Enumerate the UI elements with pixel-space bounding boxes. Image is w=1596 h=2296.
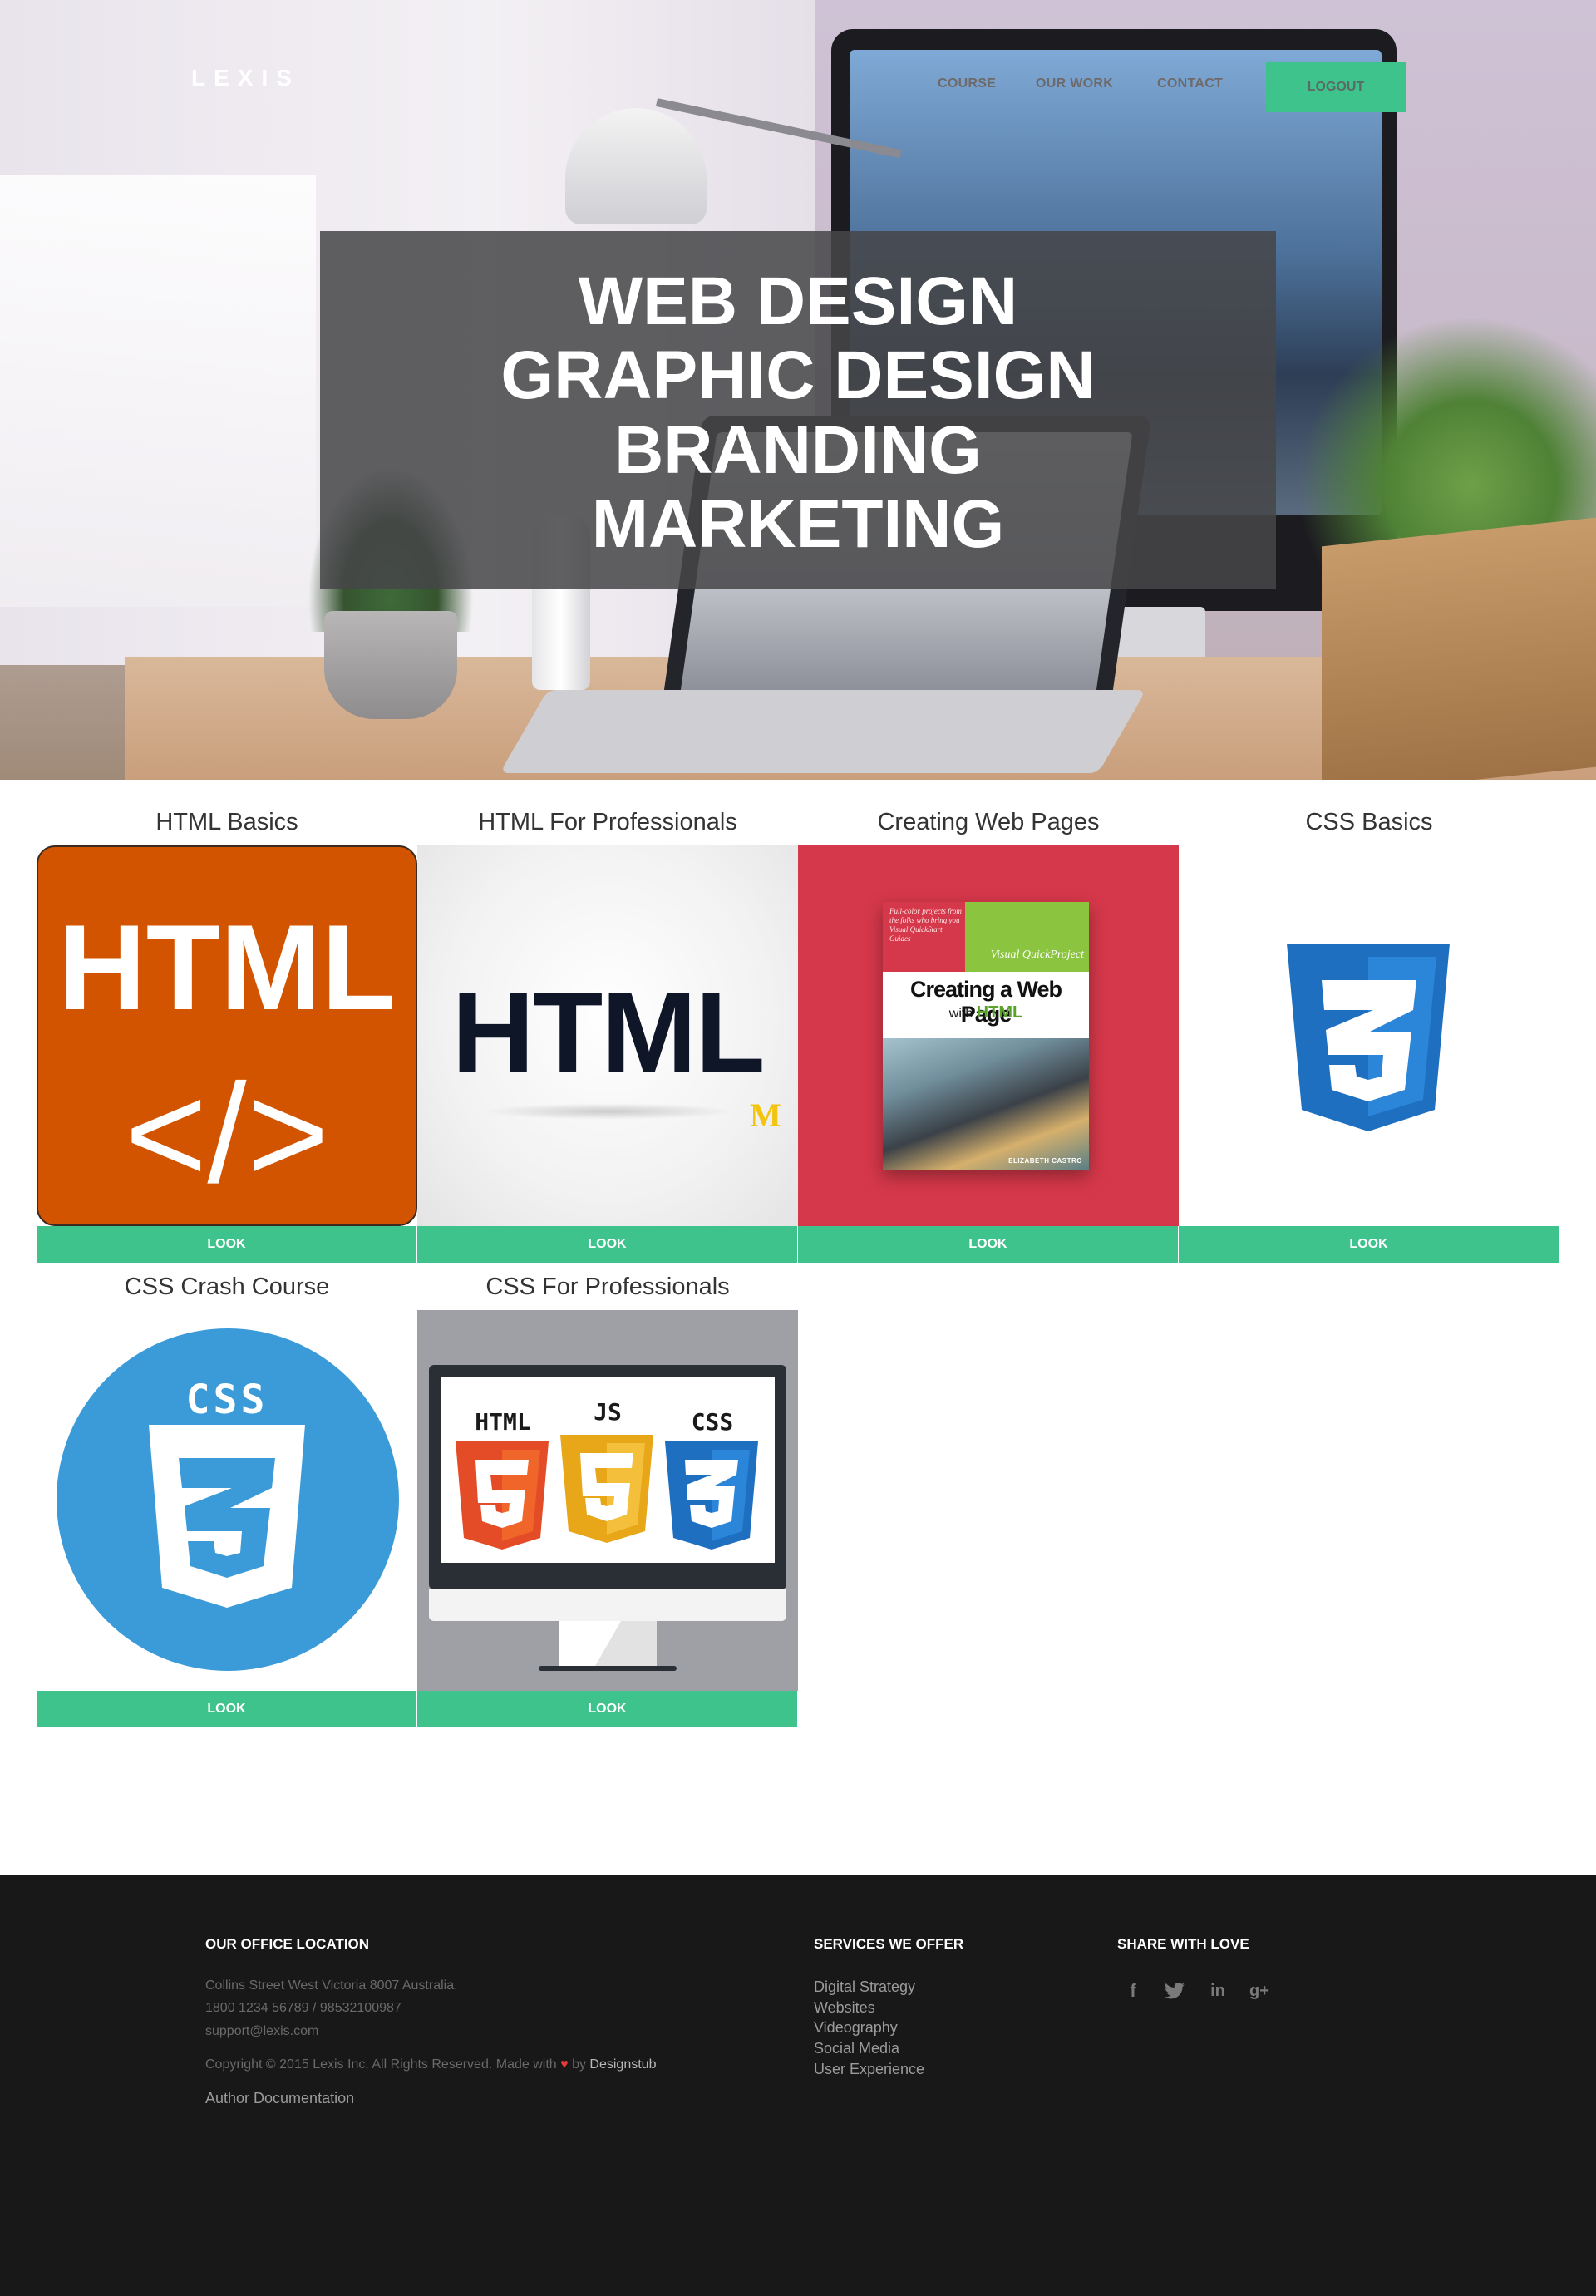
hero-plant-pot [324,611,457,719]
hero-headline-branding: BRANDING [614,412,982,488]
course-title: CSS For Professionals [485,1274,730,1300]
book-subtitle-with: with [948,1007,973,1021]
office-phone: 1800 1234 56789 / 98532100987 [205,2001,401,2015]
book-series-name: Visual QuickProject [990,948,1084,961]
css3-shield-icon [665,1441,758,1550]
copyright-by: by [572,2057,586,2072]
services-heading: SERVICES WE OFFER [814,1936,964,1952]
look-button[interactable]: LOOK [37,1691,417,1727]
michigan-m-logo: M [750,1096,781,1134]
html-badge-label: HTML [475,1408,531,1436]
look-button[interactable]: LOOK [417,1691,798,1727]
css3-shield-icon [149,1425,305,1608]
monitor-base [539,1666,677,1671]
service-item[interactable]: Videography [814,2018,1063,2038]
css-badge-label: CSS [691,1408,734,1436]
office-email[interactable]: support@lexis.com [205,2023,318,2040]
course-title: HTML For Professionals [478,809,737,835]
html-code-typography-image[interactable]: HTML M [417,845,798,1226]
html-logo-image[interactable]: HTML </> [37,845,417,1226]
look-button[interactable]: LOOK [1179,1226,1559,1263]
course-title: CSS Crash Course [124,1274,330,1300]
logout-button[interactable]: LOGOUT [1266,62,1406,112]
look-button[interactable]: LOOK [37,1226,417,1263]
linkedin-icon[interactable]: in [1205,1978,1230,2003]
services-list: Digital Strategy Websites Videography So… [814,1977,1063,2080]
course-title: Creating Web Pages [877,809,1100,835]
book-author: ELIZABETH CASTRO [1008,1157,1082,1165]
service-item[interactable]: Websites [814,1998,1063,2018]
book-cover-photo: ELIZABETH CASTRO [883,1038,1089,1170]
html-word-art: HTML [451,968,765,1096]
look-button[interactable]: LOOK [798,1226,1179,1263]
html5-shield-icon [456,1441,549,1550]
css-label: CSS [185,1377,268,1423]
css-circle-logo-image[interactable]: CSS [37,1310,417,1691]
twitter-bird-glyph [1165,1983,1185,1999]
google-plus-icon[interactable]: g+ [1247,1978,1272,2003]
heart-icon: ♥ [560,2057,569,2072]
word-shadow [484,1103,733,1120]
twitter-icon[interactable] [1162,1978,1187,2003]
js-badge-label: JS [594,1398,622,1426]
nav-contact[interactable]: CONTACT [1157,76,1223,96]
monitor-chin [429,1589,786,1621]
look-button[interactable]: LOOK [417,1226,798,1263]
office-location-heading: OUR OFFICE LOCATION [205,1936,370,1952]
css3-shield-icon [1287,944,1450,1131]
hero-laptop-keyboard [500,690,1146,773]
author-documentation-link[interactable]: Author Documentation [205,2088,354,2108]
book-subtitle: with HTML [883,1003,1089,1022]
office-address: Collins Street West Victoria 8007 Austra… [205,1978,458,1993]
book-tagline: Full-color projects from the folks who b… [889,907,962,943]
hero-wooden-planter [1322,517,1596,780]
book-cover-image[interactable]: Full-color projects from the folks who b… [798,845,1179,1226]
book-cover: Full-color projects from the folks who b… [883,902,1089,1170]
share-heading: SHARE WITH LOVE [1117,1936,1249,1952]
nav-our-work[interactable]: OUR WORK [1036,76,1113,96]
hero-headline-web-design: WEB DESIGN [578,264,1018,339]
service-item[interactable]: Digital Strategy [814,1977,1063,1998]
site-logo[interactable]: LEXIS [191,65,357,95]
copyright-text: Copyright © 2015 Lexis Inc. All Rights R… [205,2057,557,2072]
nav-course[interactable]: COURSE [938,76,996,96]
book-subtitle-html: HTML [976,1003,1023,1022]
service-item[interactable]: User Experience [814,2059,1063,2080]
monitor-badges-image[interactable]: HTML JS CSS [417,1310,798,1691]
hero-headline-marketing: MARKETING [591,486,1005,562]
copyright-notice: Copyright © 2015 Lexis Inc. All Rights R… [205,2057,656,2073]
designstub-link[interactable]: Designstub [589,2057,656,2072]
facebook-icon[interactable]: f [1121,1978,1145,2003]
course-title: HTML Basics [155,809,298,835]
html-logo-text: HTML [58,899,396,1035]
hero-shelf [0,175,316,607]
hero-headline-graphic-design: GRAPHIC DESIGN [500,338,1096,413]
js-shield-icon [560,1435,653,1543]
css3-logo-image[interactable] [1179,845,1559,1226]
code-tag-icon: </> [125,1055,329,1213]
service-item[interactable]: Social Media [814,2038,1063,2059]
course-title: CSS Basics [1305,809,1433,835]
monitor-neck [559,1621,657,1668]
